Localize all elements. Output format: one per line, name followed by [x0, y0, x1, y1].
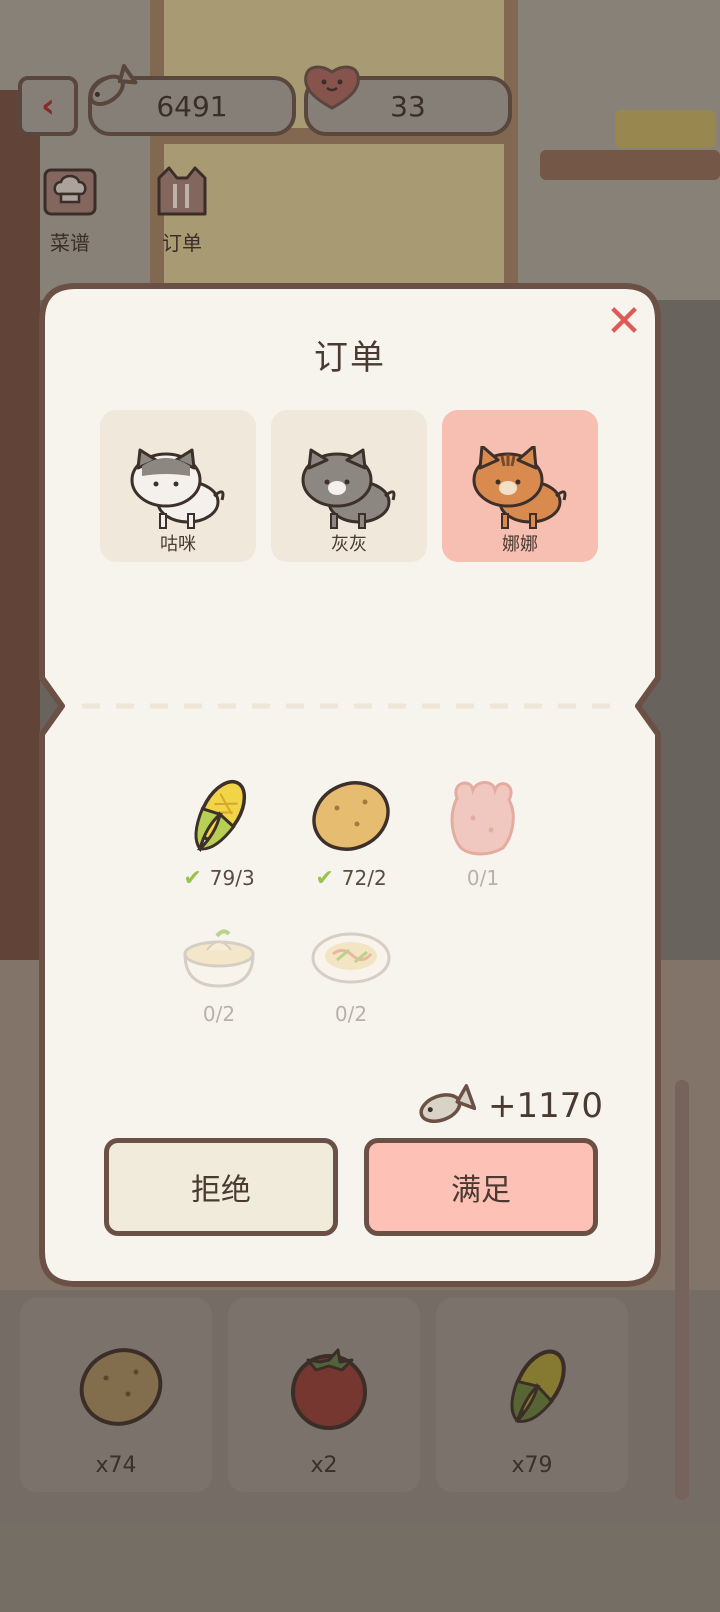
reward-amount: +1170	[488, 1086, 604, 1126]
fish-icon	[419, 1084, 476, 1123]
pink-bread-icon	[450, 781, 515, 856]
check-icon: ✔	[315, 866, 334, 891]
ingredient-count: 72/2	[341, 866, 387, 890]
customer-card-gumi[interactable]: 咕咪	[100, 410, 256, 562]
ingredient-potato: ✔ 72/2	[296, 774, 406, 891]
ingredient-count: 0/2	[334, 1002, 368, 1026]
ingredient-mashed-potato: 0/2	[164, 920, 274, 1026]
customer-card-nana[interactable]: 娜娜	[442, 410, 598, 562]
customer-name: 咕咪	[160, 534, 196, 555]
white-cat-icon	[130, 448, 225, 529]
orange-tabby-cat-icon	[472, 446, 567, 529]
customer-card-huihui[interactable]: 灰灰	[271, 410, 427, 562]
noodle-plate-icon	[311, 932, 391, 984]
order-dialog: ✕ 订单 咕咪 灰灰 娜娜 ✔ 79/3 ✔ 72/2 0/1 0/2 0/2 …	[36, 280, 664, 1290]
mashed-potato-bowl-icon	[183, 929, 255, 988]
customer-name: 娜娜	[502, 534, 538, 555]
check-icon: ✔	[183, 866, 202, 891]
ingredient-noodles: 0/2	[296, 920, 406, 1026]
ingredient-pink-bread: 0/1	[428, 774, 538, 890]
ingredient-corn: ✔ 79/3	[164, 774, 274, 891]
gray-cat-icon	[301, 448, 396, 529]
potato-icon	[312, 781, 390, 851]
accept-button[interactable]: 满足	[364, 1138, 598, 1236]
ingredient-count: 0/2	[202, 1002, 236, 1026]
dialog-title: 订单	[314, 338, 386, 378]
corn-icon	[194, 779, 247, 853]
customer-name: 灰灰	[331, 534, 367, 555]
ingredient-count: 79/3	[209, 866, 255, 890]
reward: +1170	[416, 1080, 603, 1132]
ingredient-count: 0/1	[466, 866, 500, 890]
reject-button[interactable]: 拒绝	[104, 1138, 338, 1236]
